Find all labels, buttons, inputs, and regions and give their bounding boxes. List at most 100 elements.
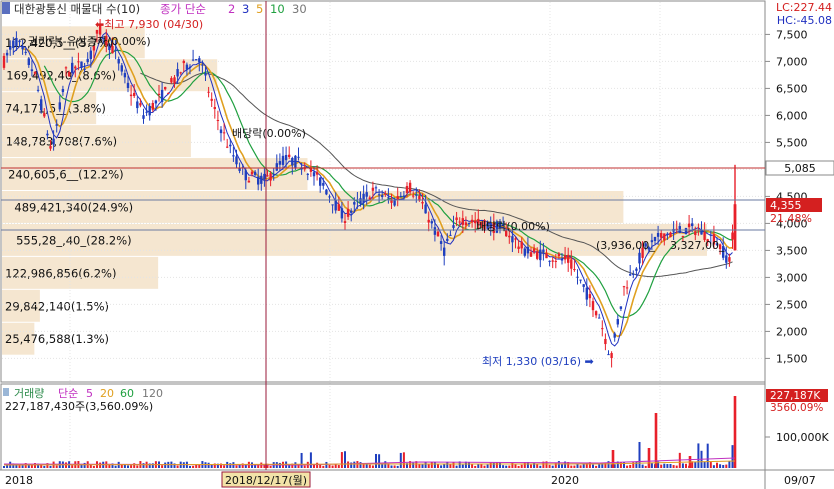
- volume-bar: [430, 462, 433, 468]
- volume-bar: [474, 465, 477, 468]
- volume-bar: [83, 462, 86, 468]
- candle-body: [86, 58, 89, 63]
- candle-body: [198, 58, 201, 63]
- volume-bar: [322, 465, 325, 468]
- candle-body: [46, 133, 49, 136]
- volume-bar: [378, 454, 381, 468]
- candle-body: [12, 40, 15, 49]
- volume-bar: [114, 465, 117, 468]
- candle-body: [139, 103, 142, 106]
- volume-bar: [371, 465, 374, 468]
- candle-body: [157, 93, 161, 96]
- candle-body: [18, 40, 21, 43]
- candle-body: [269, 173, 272, 181]
- volume-bar: [712, 465, 715, 468]
- candle-body: [384, 193, 387, 195]
- candle-body: [687, 223, 691, 228]
- candle-body: [576, 276, 579, 278]
- candle-body: [610, 353, 613, 359]
- volume-bar: [189, 465, 191, 468]
- candle-body: [585, 287, 588, 300]
- volume-bar: [725, 464, 728, 468]
- volume-ma-60: 60: [120, 387, 134, 400]
- volume-bar: [334, 464, 337, 468]
- candle-body: [545, 252, 548, 259]
- candle-body: [173, 77, 176, 84]
- ma-period-10: 10: [270, 2, 285, 16]
- ma-title: 종가 단순: [160, 2, 206, 16]
- candle-body: [136, 101, 139, 109]
- candle-body: [160, 89, 164, 103]
- candle-body: [71, 62, 74, 73]
- volume-bar: [130, 465, 133, 468]
- candle-body: [604, 338, 607, 345]
- candle-body: [170, 78, 173, 83]
- candle-body: [195, 59, 198, 61]
- candle-body: [458, 221, 461, 223]
- candle-body: [728, 257, 731, 262]
- volume-bar: [703, 461, 706, 468]
- volume-bar: [461, 464, 464, 468]
- candle-body: [666, 233, 669, 236]
- volume-bar: [43, 465, 46, 468]
- volume-bar: [340, 452, 343, 468]
- candle-body: [616, 319, 619, 325]
- volume-bar: [626, 465, 629, 468]
- candle-body: [67, 71, 71, 77]
- volume-bar: [396, 465, 399, 468]
- volume-bar: [297, 465, 300, 468]
- candle-body: [514, 238, 517, 240]
- volume-bar: [539, 465, 542, 468]
- candle-body: [517, 246, 520, 249]
- volume-bar: [480, 464, 483, 468]
- candle-body: [430, 221, 433, 224]
- stock-title: 대한광통신 매물대 수(10): [14, 2, 140, 16]
- candle-body: [470, 219, 474, 223]
- candle-body: [402, 195, 406, 197]
- volume-ma-120: 120: [142, 387, 163, 400]
- volume-profile-label: 122,986,856(6.2%): [5, 266, 116, 280]
- volume-bar: [421, 464, 424, 468]
- candle-body: [21, 46, 24, 50]
- volume-bar: [347, 461, 350, 468]
- candle-body: [427, 219, 430, 223]
- candle-body: [179, 72, 182, 74]
- volume-bar: [517, 465, 520, 468]
- candle-body: [629, 274, 632, 276]
- candle-body: [24, 51, 27, 53]
- volume-bar: [424, 462, 427, 468]
- candle-body: [229, 144, 232, 147]
- candle-body: [213, 107, 216, 110]
- candle-body: [80, 61, 83, 68]
- dividend-ex-annotation-2: 배당락(0.00%): [476, 220, 550, 233]
- candle-body: [582, 284, 585, 287]
- volume-bar: [697, 443, 700, 468]
- volume-bar: [3, 465, 5, 468]
- volume-ma-5: 5: [86, 387, 93, 400]
- volume-bar: [505, 465, 508, 468]
- ma-period-30: 30: [292, 2, 307, 16]
- stock-chart[interactable]: 112,420,5__(5.7%)169,492,40_(8.6%)74,171…: [0, 0, 834, 489]
- candle-body: [250, 171, 254, 175]
- candle-body: [632, 273, 635, 275]
- candle-body: [579, 279, 582, 281]
- candle-body: [266, 175, 269, 177]
- volume-bar: [495, 462, 498, 468]
- candle-body: [607, 354, 610, 356]
- candle-body: [315, 172, 319, 175]
- volume-bar: [452, 462, 455, 468]
- candle-body: [30, 69, 34, 72]
- volume-ma-20: 20: [100, 387, 114, 400]
- lc-value: LC:227.44: [776, 1, 832, 14]
- chart-icon[interactable]: [2, 2, 10, 14]
- candle-body: [439, 241, 443, 244]
- volume-bar: [644, 465, 647, 468]
- candle-body: [117, 59, 120, 64]
- candle-body: [275, 163, 278, 171]
- candle-body: [238, 168, 241, 171]
- candle-body: [210, 98, 213, 101]
- volume-profile-label: 25,476,588(1.3%): [5, 332, 109, 346]
- volume-profile-label: 148,783,708(7.6%): [6, 135, 117, 149]
- candle-body: [381, 195, 384, 197]
- y-tick-label: 1,500: [776, 352, 808, 365]
